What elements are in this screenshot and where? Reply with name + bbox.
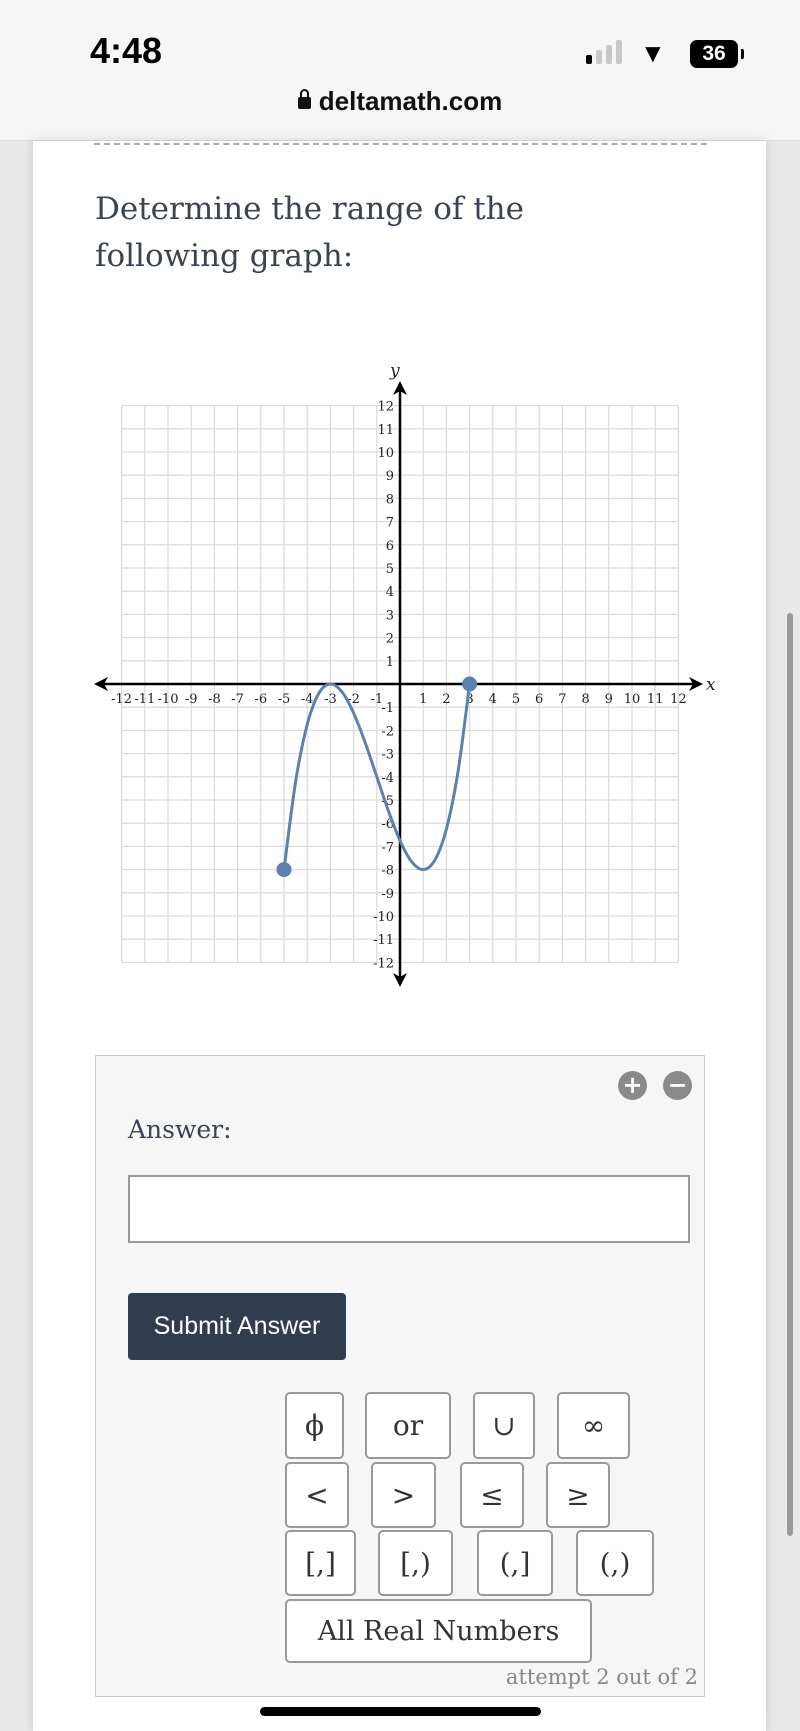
- less-equal-key[interactable]: ≤: [460, 1462, 524, 1528]
- y-tick-label: 4: [386, 585, 394, 600]
- y-tick-label: -4: [381, 771, 394, 786]
- closed-interval-key[interactable]: [,]: [285, 1530, 356, 1596]
- x-tick-label: 1: [419, 692, 427, 707]
- y-tick-label: 2: [386, 632, 394, 647]
- or-key[interactable]: or: [365, 1392, 451, 1459]
- y-tick-label: -3: [381, 748, 394, 763]
- y-tick-label: -10: [373, 910, 394, 925]
- x-tick-label: 2: [442, 692, 450, 707]
- battery-icon: 36: [690, 40, 738, 68]
- y-tick-label: 11: [377, 423, 394, 438]
- scrollbar[interactable]: [787, 613, 793, 1536]
- graph: xy-12 -11 -10 -9 -8 -7 -6 -5 -4 -3 -2 -1 1 2 3 4 5 6 7 8 9 10…: [94, 361, 716, 987]
- x-tick-label: -8: [208, 692, 221, 707]
- x-tick-label: -12: [111, 692, 132, 707]
- less-than-key[interactable]: <: [285, 1462, 349, 1528]
- y-tick-label: -1: [381, 701, 394, 716]
- url-text: deltamath.com: [318, 86, 503, 116]
- y-axis-label: y: [389, 361, 400, 381]
- y-tick-label: -2: [381, 724, 394, 739]
- x-tick-label: 9: [605, 692, 613, 707]
- y-tick-label: 5: [386, 562, 394, 577]
- x-tick-label: -6: [254, 692, 267, 707]
- plus-button[interactable]: +: [618, 1071, 647, 1100]
- x-tick-label: 7: [558, 692, 566, 707]
- cellular-signal-icon: [586, 40, 626, 64]
- closed-open-interval-key[interactable]: [,): [378, 1530, 453, 1596]
- x-tick-label: 6: [535, 692, 543, 707]
- open-interval-key[interactable]: (,): [576, 1530, 654, 1596]
- x-tick-label: -4: [301, 692, 314, 707]
- submit-answer-button[interactable]: Submit Answer: [128, 1293, 346, 1360]
- y-tick-label: 9: [386, 469, 394, 484]
- x-tick-label: -10: [158, 692, 179, 707]
- y-tick-label: 3: [386, 608, 394, 623]
- address-bar[interactable]: deltamath.com: [0, 86, 800, 117]
- y-tick-label: 6: [386, 539, 394, 554]
- x-axis-label: x: [706, 675, 716, 695]
- divider: [94, 143, 707, 145]
- y-tick-label: -11: [373, 933, 394, 948]
- battery-tip: [741, 49, 744, 59]
- y-tick-label: -8: [381, 864, 394, 879]
- x-tick-label: -5: [278, 692, 291, 707]
- wifi-icon: ▼: [640, 38, 666, 68]
- y-tick-label: 10: [377, 446, 394, 461]
- x-tick-label: 5: [512, 692, 520, 707]
- all-real-numbers-key[interactable]: All Real Numbers: [285, 1599, 592, 1663]
- x-tick-label: -7: [231, 692, 244, 707]
- answer-label: Answer:: [128, 1115, 232, 1144]
- x-tick-label: -11: [134, 692, 155, 707]
- answer-input[interactable]: [128, 1175, 690, 1243]
- greater-than-key[interactable]: >: [371, 1462, 436, 1528]
- y-tick-label: -12: [373, 956, 394, 971]
- clock: 4:48: [90, 30, 163, 71]
- x-tick-label: 8: [581, 692, 589, 707]
- question-text: Determine the range of the following gra…: [95, 191, 524, 274]
- y-tick-label: 7: [386, 516, 394, 531]
- minus-button[interactable]: −: [663, 1071, 692, 1100]
- open-closed-interval-key[interactable]: (,]: [477, 1530, 553, 1596]
- x-tick-label: 12: [670, 692, 687, 707]
- home-indicator: [260, 1707, 541, 1716]
- union-key[interactable]: ∪: [473, 1392, 535, 1459]
- y-tick-label: -7: [381, 840, 394, 855]
- x-tick-label: -9: [185, 692, 198, 707]
- attempt-counter: attempt 2 out of 2: [505, 1665, 698, 1689]
- x-tick-label: 10: [624, 692, 641, 707]
- x-tick-label: 11: [647, 692, 664, 707]
- status-bar: 4:48 ▼ 36 deltamath.com: [0, 0, 800, 141]
- y-tick-label: 1: [386, 655, 394, 670]
- lock-icon: [297, 89, 311, 109]
- greater-equal-key[interactable]: ≥: [546, 1462, 610, 1528]
- empty-set-key[interactable]: ϕ: [285, 1392, 344, 1459]
- x-tick-label: -3: [324, 692, 337, 707]
- endpoint-dot: [462, 676, 478, 692]
- endpoint-dot: [276, 862, 292, 878]
- y-tick-label: -9: [381, 887, 394, 902]
- infinity-key[interactable]: ∞: [557, 1392, 630, 1459]
- x-tick-label: 4: [489, 692, 497, 707]
- y-tick-label: 12: [377, 400, 394, 415]
- y-tick-label: 8: [386, 492, 394, 507]
